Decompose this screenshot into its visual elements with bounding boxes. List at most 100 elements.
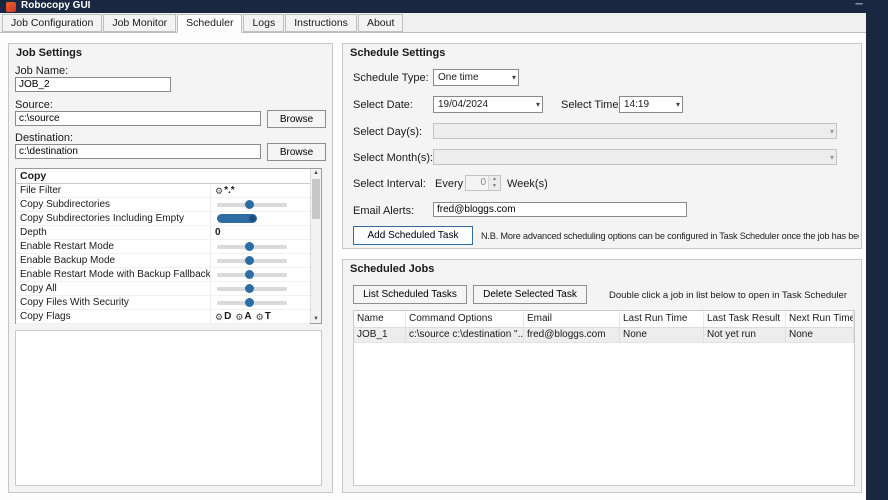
spinner-up-icon: ▲ (489, 176, 500, 183)
flag-letter: T (264, 310, 271, 322)
select-date-value: 19/04/2024 (438, 99, 489, 110)
email-alerts-label: Email Alerts: (353, 205, 415, 217)
schedule-settings-title: Schedule Settings (350, 47, 446, 59)
option-row[interactable]: Enable Backup Mode (16, 254, 310, 268)
toggle-slider[interactable] (210, 268, 310, 281)
tab-scheduler[interactable]: Scheduler (177, 14, 243, 33)
job-cell: None (620, 328, 704, 342)
column-header[interactable]: Name (354, 311, 406, 327)
tab-about[interactable]: About (357, 14, 404, 32)
option-row[interactable]: Depth 0 (16, 226, 310, 240)
app-icon (6, 2, 16, 12)
option-label: Copy Subdirectories Including Empty (20, 213, 184, 224)
content-area: Job Settings Job Name: Source: Browse De… (0, 32, 866, 500)
select-date-label: Select Date: (353, 99, 413, 111)
job-cell: fred@bloggs.com (524, 328, 620, 342)
column-header[interactable]: Last Run Time (620, 311, 704, 327)
options-group-header[interactable]: Copy (16, 169, 310, 184)
select-date-select[interactable]: 19/04/2024 ▾ (433, 96, 543, 113)
slider-track-on[interactable] (217, 214, 257, 223)
option-label: Depth (20, 227, 47, 238)
gear-icon: ⚙ (215, 311, 224, 322)
table-body: JOB_1 c:\source c:\destination "... fred@b… (354, 328, 854, 343)
option-row[interactable]: Copy Files With Security (16, 296, 310, 310)
tab-job-monitor[interactable]: Job Monitor (103, 14, 177, 32)
column-header[interactable]: Next Run Time (786, 311, 854, 327)
slider-thumb[interactable] (245, 269, 254, 279)
minimize-button[interactable]: ─ (846, 0, 872, 12)
option-row[interactable]: Copy Subdirectories Including Empty (16, 212, 310, 226)
filter-value[interactable]: ⚙ *.* (210, 184, 310, 197)
slider-track[interactable] (217, 199, 287, 209)
scroll-up-icon[interactable]: ▲ (311, 170, 321, 176)
add-scheduled-task-button[interactable]: Add Scheduled Task (353, 226, 473, 245)
select-time-value: 14:19 (624, 99, 650, 110)
slider-thumb[interactable] (245, 283, 254, 293)
copy-options-grid: Copy File Filter ⚙ *.* Copy Subdirectories C… (15, 168, 322, 324)
interval-value: 0 (480, 177, 486, 188)
option-row[interactable]: Enable Restart Mode (16, 240, 310, 254)
select-time-select[interactable]: 14:19 ▾ (619, 96, 683, 113)
toggle-slider[interactable] (210, 296, 310, 309)
option-row[interactable]: File Filter ⚙ *.* (16, 184, 310, 198)
schedule-type-value: One time (438, 72, 479, 83)
schedule-type-select[interactable]: One time ▾ (433, 69, 519, 86)
slider-thumb[interactable] (249, 215, 256, 222)
column-header[interactable]: Command Options (406, 311, 524, 327)
option-label: Copy Flags (20, 311, 71, 322)
toggle-slider[interactable] (210, 240, 310, 253)
browse-source-button[interactable]: Browse (267, 110, 326, 128)
option-row[interactable]: Copy Subdirectories (16, 198, 310, 212)
scheduler-note: N.B. More advanced scheduling options ca… (481, 231, 859, 241)
job-name-input[interactable] (15, 77, 171, 92)
scroll-down-icon[interactable]: ▼ (311, 316, 321, 322)
slider-track[interactable] (217, 255, 287, 265)
job-settings-panel: Job Settings Job Name: Source: Browse De… (8, 43, 333, 493)
job-cell: c:\source c:\destination "... (406, 328, 524, 342)
slider-thumb[interactable] (245, 255, 254, 265)
copy-flags[interactable]: ⚙ D ⚙ A ⚙ T (210, 310, 310, 323)
schedule-type-label: Schedule Type: (353, 72, 429, 84)
option-label: Copy Files With Security (20, 297, 129, 308)
slider-thumb[interactable] (245, 297, 254, 307)
grid-scrollbar[interactable]: ▲ ▼ (310, 169, 321, 323)
option-description-panel (15, 330, 322, 486)
slider-thumb[interactable] (245, 199, 254, 209)
gear-icon: ⚙ (235, 311, 244, 322)
browse-destination-button[interactable]: Browse (267, 143, 326, 161)
column-header[interactable]: Last Task Result (704, 311, 786, 327)
slider-track[interactable] (217, 283, 287, 293)
list-scheduled-tasks-button[interactable]: List Scheduled Tasks (353, 285, 467, 304)
source-label: Source: (15, 99, 53, 111)
destination-input[interactable] (15, 144, 261, 159)
slider-track[interactable] (217, 241, 287, 251)
option-row[interactable]: Enable Restart Mode with Backup Fallback (16, 268, 310, 282)
option-label: Copy All (20, 283, 57, 294)
double-click-hint: Double click a job in list below to open… (609, 290, 847, 301)
options-rows: File Filter ⚙ *.* Copy Subdirectories Copy S… (16, 184, 321, 324)
option-row[interactable]: Copy Flags ⚙ D ⚙ A ⚙ T (16, 310, 310, 324)
tab-logs[interactable]: Logs (243, 14, 285, 32)
scrollbar-thumb[interactable] (312, 179, 320, 219)
source-input[interactable] (15, 111, 261, 126)
column-header[interactable]: Email (524, 311, 620, 327)
slider-track[interactable] (217, 269, 287, 279)
toggle-slider-on[interactable] (210, 212, 310, 225)
job-row[interactable]: JOB_1 c:\source c:\destination "... fred@b… (354, 328, 854, 343)
option-value[interactable]: 0 (210, 226, 310, 239)
spinner-down-icon: ▼ (489, 183, 500, 190)
tab-job-configuration[interactable]: Job Configuration (2, 14, 103, 32)
scheduled-jobs-table[interactable]: Name Command Options Email Last Run Time Las… (353, 310, 855, 486)
toggle-slider[interactable] (210, 198, 310, 211)
delete-selected-task-button[interactable]: Delete Selected Task (473, 285, 587, 304)
email-alerts-input[interactable] (433, 202, 687, 217)
option-row[interactable]: Copy All (16, 282, 310, 296)
destination-label: Destination: (15, 132, 74, 144)
tab-instructions[interactable]: Instructions (285, 14, 357, 32)
toggle-slider[interactable] (210, 282, 310, 295)
slider-track[interactable] (217, 297, 287, 307)
title-bar: Robocopy GUI ─ (0, 0, 888, 13)
slider-thumb[interactable] (245, 241, 254, 251)
select-interval-label: Select Interval: (353, 178, 426, 190)
toggle-slider[interactable] (210, 254, 310, 267)
